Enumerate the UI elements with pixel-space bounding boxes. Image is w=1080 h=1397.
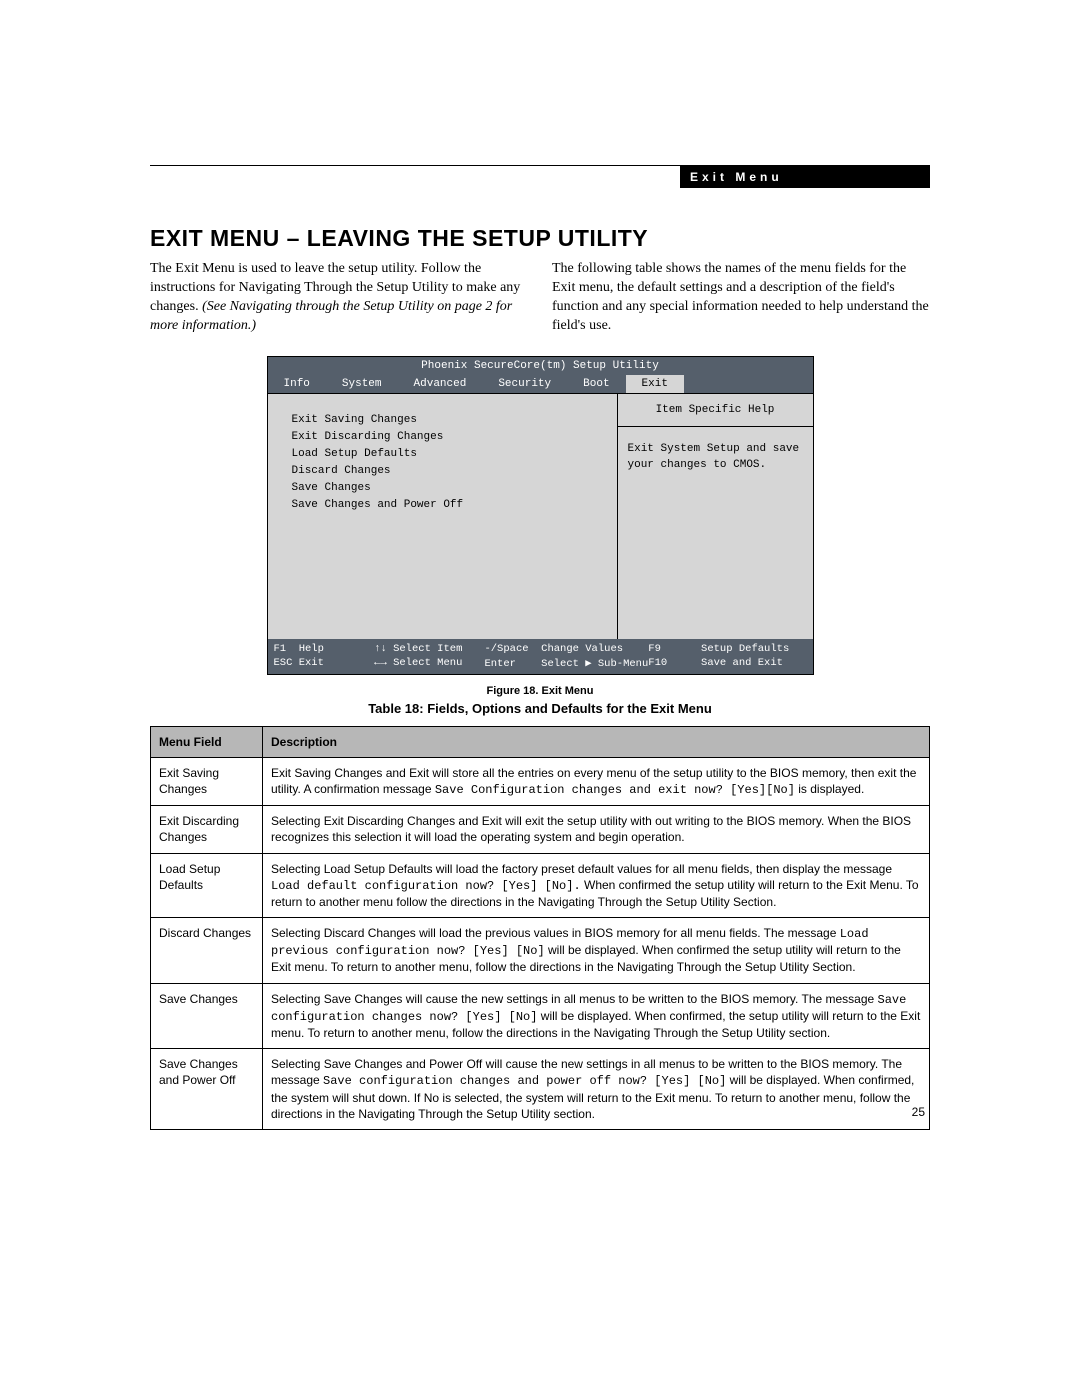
field-desc-cell: Exit Saving Changes and Exit will store …: [263, 757, 930, 805]
field-desc-cell: Selecting Save Changes will cause the ne…: [263, 983, 930, 1049]
table-row: Save ChangesSelecting Save Changes will …: [151, 983, 930, 1049]
bios-key-footer: F1 Help ↑↓ Select Item -/Space Change Va…: [268, 639, 813, 674]
key-f1-help: F1 Help: [274, 643, 375, 655]
key-change-values: -/Space Change Values: [484, 643, 648, 655]
field-name-cell: Exit Discarding Changes: [151, 806, 263, 853]
table-row: Save Changes and Power OffSelecting Save…: [151, 1049, 930, 1130]
intro-right: The following table shows the names of t…: [552, 260, 930, 336]
key-f10: F10: [648, 657, 701, 670]
bios-tab-exit[interactable]: Exit: [626, 375, 684, 393]
table-row: Exit Discarding ChangesSelecting Exit Di…: [151, 806, 930, 853]
table-row: Discard ChangesSelecting Discard Changes…: [151, 918, 930, 984]
field-desc-cell: Selecting Save Changes and Power Off wil…: [263, 1049, 930, 1130]
field-name-cell: Discard Changes: [151, 918, 263, 984]
key-enter-submenu: Enter Select ▶ Sub-Menu: [484, 657, 648, 670]
bios-tab-security[interactable]: Security: [482, 375, 567, 393]
bios-menu-list: Exit Saving Changes Exit Discarding Chan…: [268, 394, 617, 639]
key-save-exit: Save and Exit: [701, 657, 806, 670]
field-name-cell: Load Setup Defaults: [151, 853, 263, 918]
field-name-cell: Exit Saving Changes: [151, 757, 263, 805]
bios-item-save[interactable]: Save Changes: [292, 480, 607, 497]
intro-columns: The Exit Menu is used to leave the setup…: [150, 260, 930, 336]
fields-table: Menu Field Description Exit Saving Chang…: [150, 726, 930, 1130]
field-desc-cell: Selecting Discard Changes will load the …: [263, 918, 930, 984]
col-menu-field: Menu Field: [151, 726, 263, 757]
bios-screenshot: Phoenix SecureCore(tm) Setup Utility Inf…: [267, 356, 814, 675]
page-title: EXIT MENU – LEAVING THE SETUP UTILITY: [150, 225, 930, 252]
field-name-cell: Save Changes: [151, 983, 263, 1049]
intro-left: The Exit Menu is used to leave the setup…: [150, 260, 528, 336]
col-description: Description: [263, 726, 930, 757]
section-header-tab: Exit Menu: [680, 166, 930, 188]
bios-help-title: Item Specific Help: [618, 394, 813, 427]
table-row: Load Setup DefaultsSelecting Load Setup …: [151, 853, 930, 918]
bios-item-load-defaults[interactable]: Load Setup Defaults: [292, 446, 607, 463]
bios-item-save-poweroff[interactable]: Save Changes and Power Off: [292, 497, 607, 514]
key-f9: F9: [648, 643, 701, 655]
bios-tab-row: Info System Advanced Security Boot Exit: [268, 375, 813, 394]
bios-tab-info[interactable]: Info: [268, 375, 326, 393]
bios-tab-advanced[interactable]: Advanced: [398, 375, 483, 393]
key-setup-defaults: Setup Defaults: [701, 643, 806, 655]
intro-left-italic: (See Navigating through the Setup Utilit…: [150, 299, 512, 333]
page-number: 25: [912, 1105, 925, 1119]
bios-item-exit-saving[interactable]: Exit Saving Changes: [292, 412, 607, 429]
key-esc-exit: ESC Exit: [274, 657, 375, 670]
bios-item-exit-discarding[interactable]: Exit Discarding Changes: [292, 429, 607, 446]
field-desc-cell: Selecting Load Setup Defaults will load …: [263, 853, 930, 918]
field-name-cell: Save Changes and Power Off: [151, 1049, 263, 1130]
bios-title: Phoenix SecureCore(tm) Setup Utility: [268, 357, 813, 375]
table-row: Exit Saving ChangesExit Saving Changes a…: [151, 757, 930, 805]
key-select-menu: ←→ Select Menu: [374, 657, 484, 670]
bios-item-discard[interactable]: Discard Changes: [292, 463, 607, 480]
table-caption: Table 18: Fields, Options and Defaults f…: [150, 701, 930, 716]
bios-tab-system[interactable]: System: [326, 375, 398, 393]
key-select-item: ↑↓ Select Item: [374, 643, 484, 655]
bios-help-body: Exit System Setup and save your changes …: [618, 427, 813, 488]
figure-caption: Figure 18. Exit Menu: [150, 685, 930, 697]
bios-tab-boot[interactable]: Boot: [567, 375, 625, 393]
field-desc-cell: Selecting Exit Discarding Changes and Ex…: [263, 806, 930, 853]
